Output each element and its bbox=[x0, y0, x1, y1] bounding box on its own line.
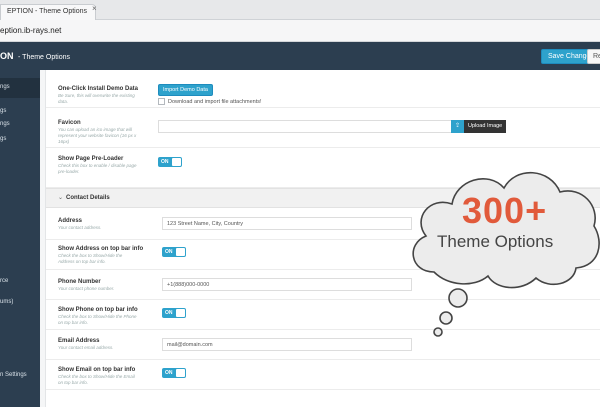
sidebar-item-2[interactable]: ngs bbox=[0, 121, 10, 127]
option-label: Show Page Pre-Loader bbox=[58, 156, 124, 162]
browser-tab-bar: EPTION - Theme Options × bbox=[0, 0, 600, 20]
reset-button[interactable]: Re bbox=[587, 49, 600, 64]
preloader-toggle[interactable]: ON bbox=[158, 157, 182, 167]
email-topbar-toggle[interactable]: ON bbox=[162, 368, 186, 378]
option-description: Your contact email address. bbox=[58, 345, 114, 350]
sidebar-item-settings[interactable]: n Settings bbox=[0, 372, 27, 378]
browser-tab-title: EPTION - Theme Options bbox=[7, 8, 88, 15]
phone-input[interactable]: +1(888)000-0000 bbox=[162, 278, 412, 291]
screenshot: EPTION - Theme Options × eption.ib-rays.… bbox=[0, 0, 600, 407]
phone-topbar-toggle[interactable]: ON bbox=[162, 308, 186, 318]
chevron-down-icon: ⌄ bbox=[58, 195, 64, 201]
option-label: Email Address bbox=[58, 338, 100, 344]
option-description: Check the box to Show/Hide the Address o… bbox=[58, 253, 123, 264]
option-description: Your contact address. bbox=[58, 225, 102, 230]
address-input[interactable]: 123 Street Name, City, Country bbox=[162, 217, 412, 230]
option-row-favicon: Favicon You can upload an ico image that… bbox=[46, 108, 600, 148]
option-label: Show Address on top bar info bbox=[58, 246, 144, 252]
browser-tab[interactable]: EPTION - Theme Options bbox=[0, 4, 97, 20]
url-text: eption.ib-rays.net bbox=[0, 26, 62, 35]
option-label: Favicon bbox=[58, 120, 81, 126]
attachments-checkbox[interactable] bbox=[158, 98, 165, 105]
address-topbar-toggle[interactable]: ON bbox=[162, 247, 186, 257]
favicon-url-input[interactable] bbox=[158, 120, 452, 133]
option-description: Be Sure, this will overwrite the existin… bbox=[58, 93, 135, 104]
option-row-demo: One-Click Install Demo Data Be Sure, thi… bbox=[46, 70, 600, 108]
option-label: Address bbox=[58, 218, 83, 224]
admin-header: ON - Theme Options Save Changes Re bbox=[0, 42, 600, 70]
brand-subtitle: - Theme Options bbox=[18, 54, 71, 61]
promo-cloud: 300+ Theme Options bbox=[404, 152, 600, 337]
option-description: Check this box to enable / disable page … bbox=[58, 163, 137, 174]
option-label: Phone Number bbox=[58, 279, 101, 285]
close-icon[interactable]: × bbox=[92, 4, 97, 13]
sidebar-item-general[interactable]: ngs bbox=[0, 78, 40, 98]
brand-name: ON bbox=[0, 51, 14, 61]
import-demo-data-button[interactable]: Import Demo Data bbox=[158, 84, 213, 96]
option-label: Show Phone on top bar info bbox=[58, 307, 138, 313]
option-description: Check the box to Show/Hide the Phone on … bbox=[58, 314, 137, 325]
promo-count: 300+ bbox=[462, 190, 548, 231]
page-title: ON - Theme Options bbox=[0, 51, 70, 61]
email-input[interactable]: mail@domain.com bbox=[162, 338, 412, 351]
upload-icon: ⇪ bbox=[451, 120, 464, 133]
section-title: Contact Details bbox=[66, 195, 110, 201]
upload-image-button[interactable]: ⇪ Upload Image bbox=[451, 120, 507, 133]
sidebar-item-source[interactable]: rce bbox=[0, 278, 8, 284]
option-label: One-Click Install Demo Data bbox=[58, 86, 139, 92]
address-bar[interactable]: eption.ib-rays.net bbox=[0, 20, 600, 42]
promo-caption: Theme Options bbox=[437, 232, 554, 251]
sidebar-item-4[interactable]: gs bbox=[0, 136, 6, 142]
option-description: Your contact phone number. bbox=[58, 286, 115, 291]
sidebar-item-forums[interactable]: ums) bbox=[0, 299, 13, 305]
sidebar: ngs ngs gs gs rce ums) n Settings bbox=[0, 70, 40, 407]
option-label: Show Email on top bar info bbox=[58, 367, 136, 373]
attachments-checkbox-label: Download and import file attachments! bbox=[168, 99, 262, 105]
option-row-email-topbar: Show Email on top bar info Check the box… bbox=[46, 360, 600, 390]
option-description: Check the box to Show/Hide the Email on … bbox=[58, 374, 135, 385]
sidebar-item-styling[interactable]: gs bbox=[0, 108, 6, 114]
option-description: You can upload an ico image that will re… bbox=[58, 127, 137, 144]
